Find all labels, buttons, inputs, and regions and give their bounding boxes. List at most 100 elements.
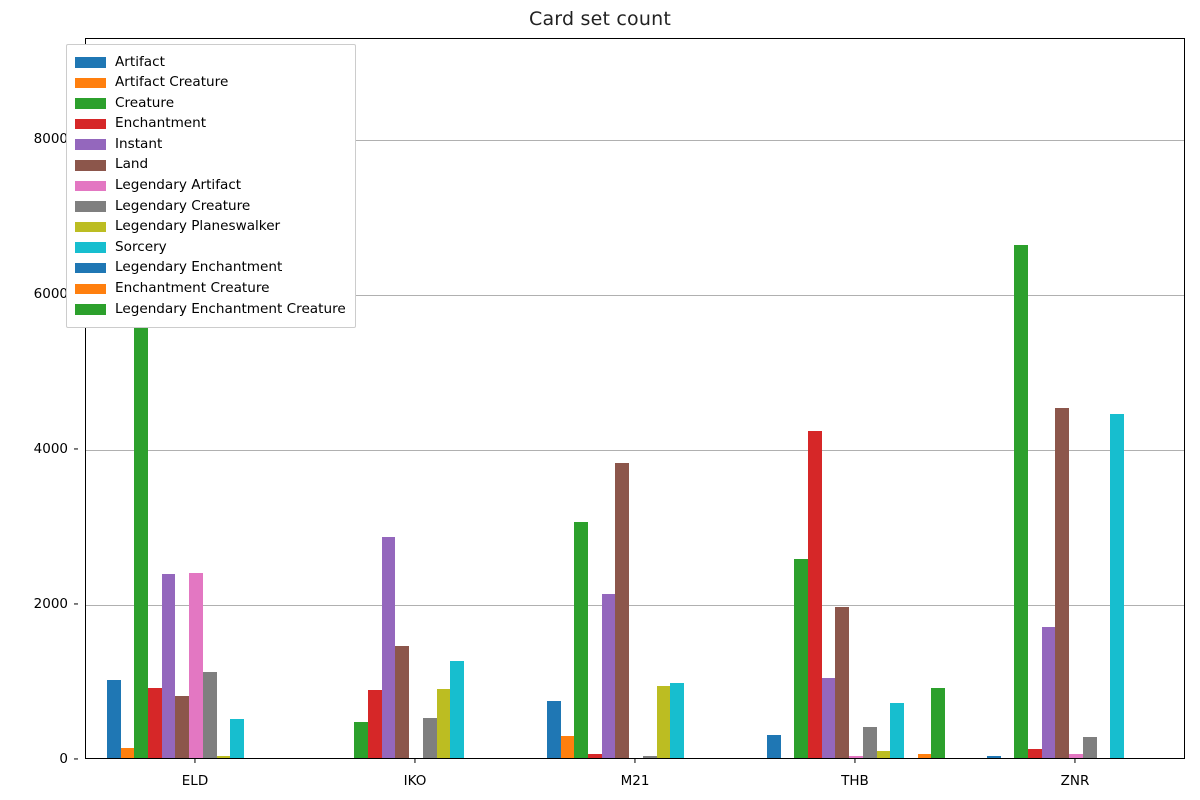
x-tick-mark <box>1074 759 1076 763</box>
x-tick-label: ZNR <box>1060 773 1090 789</box>
chart-figure: Card set count 0 2000 4000 6000 8000 ELD IKO M… <box>0 0 1200 800</box>
bar <box>588 753 602 758</box>
legend-item[interactable]: Instant <box>75 134 346 155</box>
legend-swatch-icon <box>75 57 106 68</box>
bar <box>1028 748 1042 758</box>
y-tick-mark <box>74 603 78 605</box>
legend-item[interactable]: Land <box>75 155 346 176</box>
bar <box>917 753 932 758</box>
legend-item-label: Sorcery <box>115 238 167 255</box>
bar <box>670 683 684 758</box>
legend-item[interactable]: Legendary Planeswalker <box>75 217 346 238</box>
legend-item[interactable]: Artifact <box>75 52 346 73</box>
legend-swatch-icon <box>75 304 106 315</box>
y-tick-label: 4000 <box>33 440 68 457</box>
bar <box>642 755 657 758</box>
legend-item-label: Legendary Enchantment <box>115 259 283 276</box>
legend-swatch-icon <box>75 242 106 253</box>
chart-title: Card set count <box>529 8 671 30</box>
bar <box>1069 753 1083 758</box>
bar <box>821 678 836 758</box>
x-tick-label: ELD <box>181 773 209 789</box>
bar <box>175 695 190 758</box>
legend-swatch-icon <box>75 98 106 109</box>
x-tick-mark <box>194 759 196 763</box>
bar <box>876 751 891 758</box>
legend-item[interactable]: Legendary Artifact <box>75 176 346 197</box>
legend-swatch-icon <box>75 180 106 192</box>
legend-item[interactable]: Enchantment Creature <box>75 279 346 300</box>
x-tick-label: M21 <box>620 773 650 789</box>
y-tick-mark <box>74 758 78 760</box>
legend-item-label: Instant <box>115 135 163 152</box>
bar <box>202 671 217 758</box>
y-tick-label: 8000 <box>33 130 68 147</box>
x-tick-mark <box>634 759 636 763</box>
bar <box>601 593 616 758</box>
bar <box>766 734 781 758</box>
chart-legend[interactable]: Artifact Artifact Creature Creature Enchant… <box>66 44 356 328</box>
legend-swatch-icon <box>75 139 106 150</box>
bar <box>615 463 630 758</box>
bar <box>161 574 176 758</box>
legend-item[interactable]: Legendary Enchantment <box>75 258 346 279</box>
legend-item[interactable]: Legendary Enchantment Creature <box>75 299 346 320</box>
bar <box>862 727 877 758</box>
legend-item-label: Enchantment Creature <box>115 280 270 297</box>
legend-swatch-icon <box>75 201 106 212</box>
bar <box>1014 244 1029 758</box>
bar <box>574 522 589 758</box>
legend-item-label: Land <box>115 156 149 173</box>
bar <box>395 645 410 758</box>
y-tick-label: 2000 <box>33 595 68 612</box>
legend-item[interactable]: Enchantment <box>75 114 346 135</box>
legend-item[interactable]: Artifact Creature <box>75 73 346 94</box>
legend-item-label: Legendary Creature <box>115 197 251 214</box>
bar <box>1055 407 1070 758</box>
y-tick-label: 0 <box>59 751 68 767</box>
bar <box>381 537 396 758</box>
legend-item-label: Enchantment <box>115 115 207 132</box>
legend-swatch-icon <box>75 77 106 89</box>
bar <box>450 660 464 758</box>
bar <box>931 688 946 758</box>
legend-swatch-icon <box>75 262 106 274</box>
bar <box>422 717 437 758</box>
legend-item[interactable]: Creature <box>75 93 346 114</box>
legend-item-label: Artifact <box>115 53 165 70</box>
bar <box>546 700 561 758</box>
bar <box>560 735 575 758</box>
bar <box>148 688 162 758</box>
bar <box>216 756 231 758</box>
bar <box>354 722 369 758</box>
x-tick-mark <box>854 759 856 763</box>
legend-item-label: Legendary Enchantment Creature <box>115 300 346 317</box>
bar <box>189 573 203 758</box>
y-tick-mark <box>74 448 78 450</box>
bar <box>835 606 850 758</box>
legend-swatch-icon <box>75 118 106 130</box>
bar <box>1041 626 1056 758</box>
legend-swatch-icon <box>75 160 106 171</box>
bar <box>368 689 382 758</box>
bar <box>986 756 1001 758</box>
bar <box>808 430 822 758</box>
bar <box>436 689 451 758</box>
bar <box>230 719 244 758</box>
bar <box>1082 736 1097 758</box>
legend-item-label: Legendary Artifact <box>115 177 242 194</box>
legend-item[interactable]: Legendary Creature <box>75 196 346 217</box>
legend-swatch-icon <box>75 283 106 295</box>
legend-item-label: Legendary Planeswalker <box>115 218 281 235</box>
legend-item[interactable]: Sorcery <box>75 237 346 258</box>
y-tick-label: 6000 <box>33 285 68 302</box>
bar <box>120 747 135 758</box>
bar <box>656 685 671 758</box>
x-axis: ELD IKO M21 THB ZNR <box>85 759 1185 799</box>
x-tick-mark <box>414 759 416 763</box>
bar <box>849 756 863 758</box>
x-tick-label: THB <box>841 773 869 789</box>
legend-item-label: Artifact Creature <box>115 74 229 91</box>
bar <box>890 702 904 758</box>
x-tick-label: IKO <box>403 773 427 789</box>
